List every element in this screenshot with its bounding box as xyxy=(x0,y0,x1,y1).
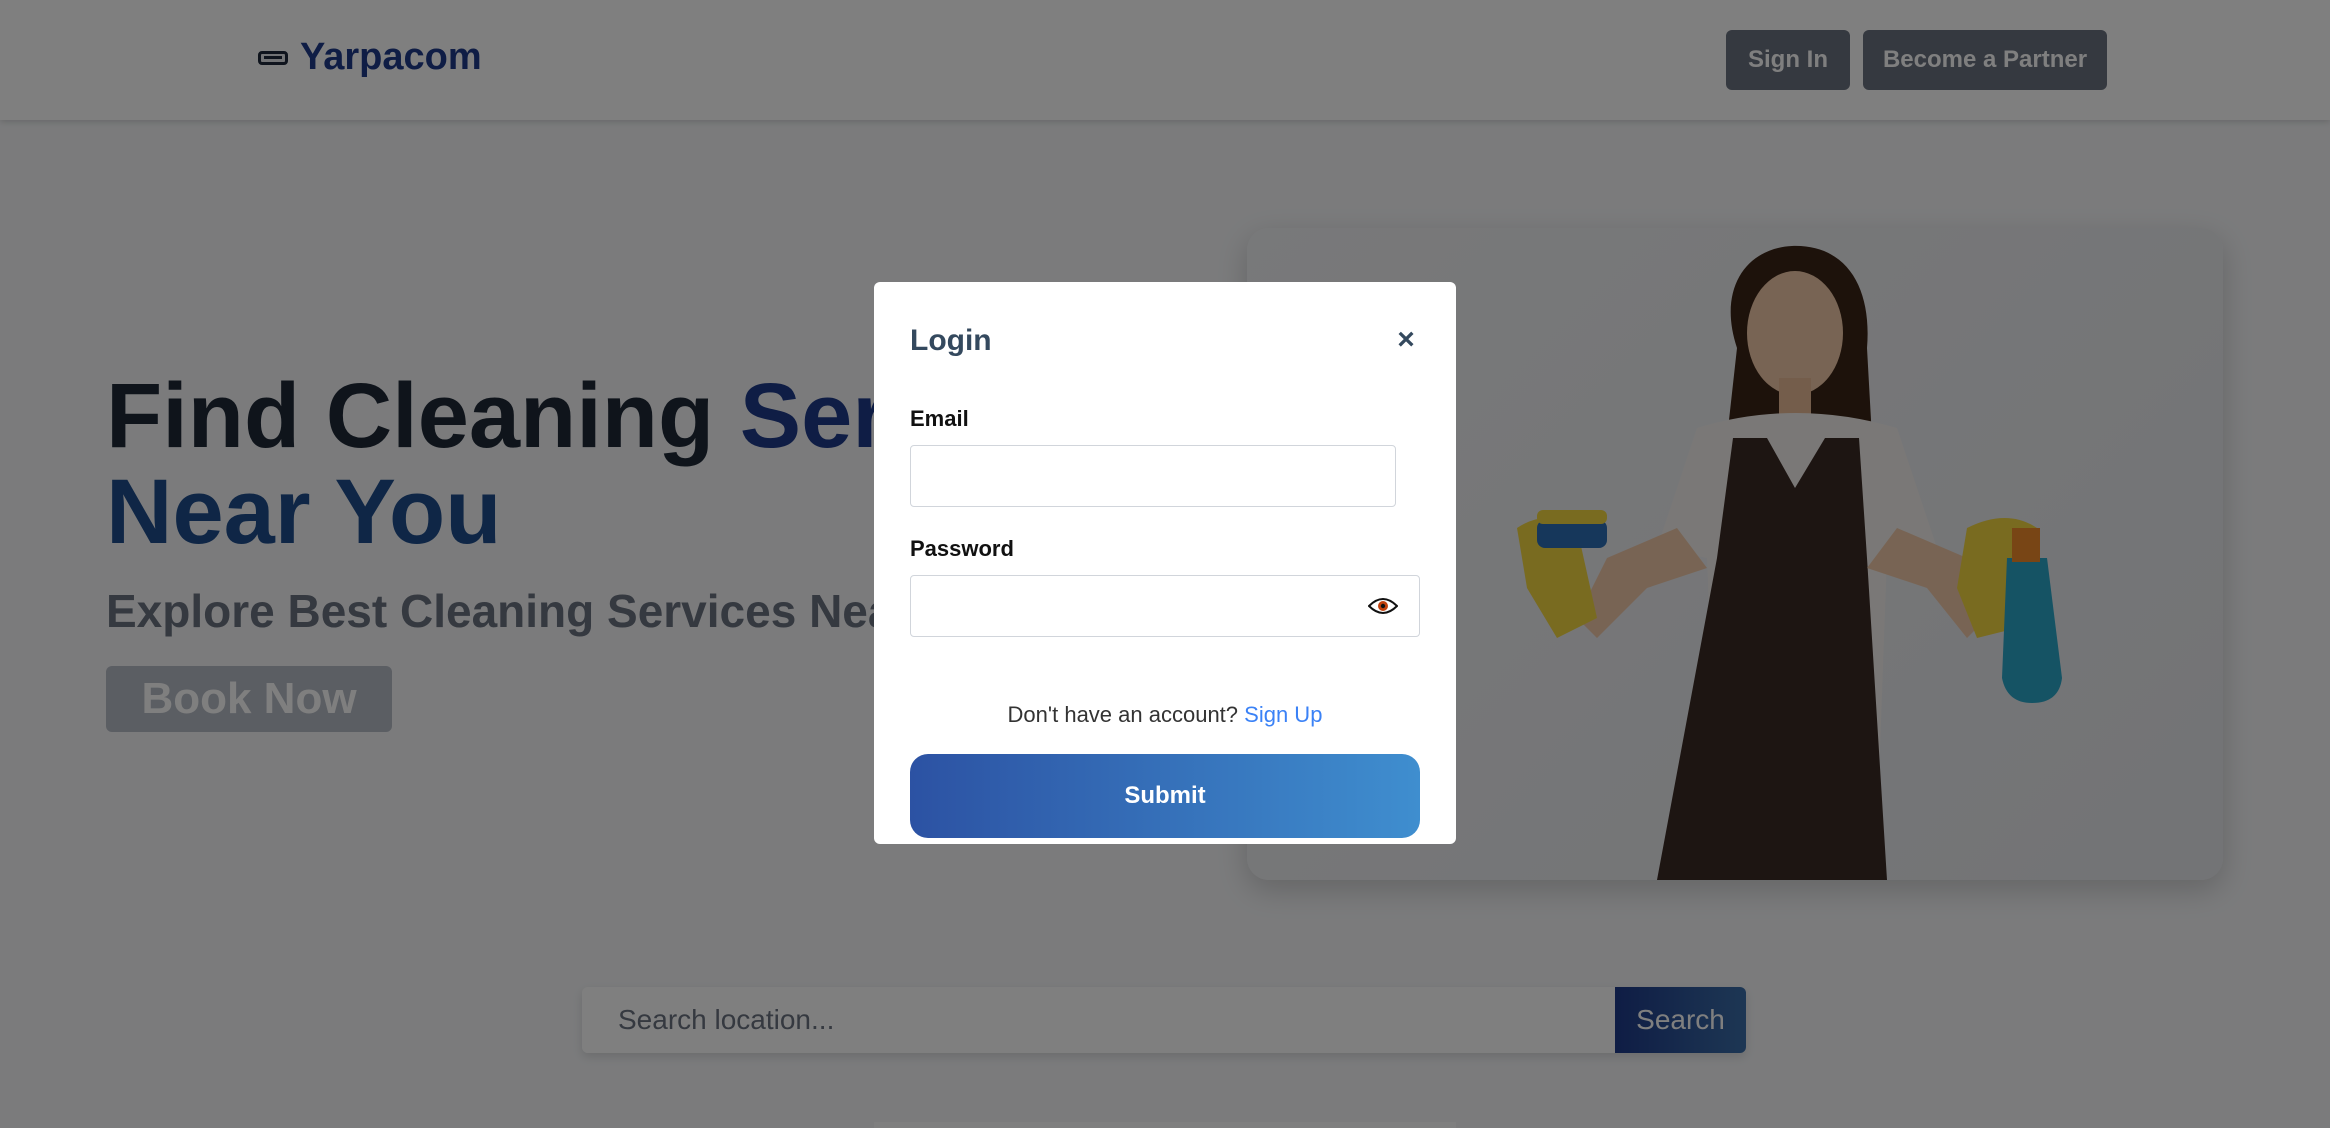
password-label: Password xyxy=(910,536,1014,561)
login-modal: Login × Email Password Don't have an acc… xyxy=(874,282,1456,844)
close-icon[interactable]: × xyxy=(1392,325,1420,355)
eye-icon[interactable] xyxy=(1368,596,1398,616)
submit-button[interactable]: Submit xyxy=(910,754,1420,838)
signup-prompt: Don't have an account? Sign Up xyxy=(874,702,1456,728)
modal-title: Login xyxy=(910,324,992,357)
password-field[interactable] xyxy=(910,575,1420,637)
email-label: Email xyxy=(910,406,969,431)
sign-up-link[interactable]: Sign Up xyxy=(1244,702,1322,727)
no-account-text: Don't have an account? xyxy=(1007,702,1239,727)
email-field[interactable] xyxy=(910,445,1396,507)
